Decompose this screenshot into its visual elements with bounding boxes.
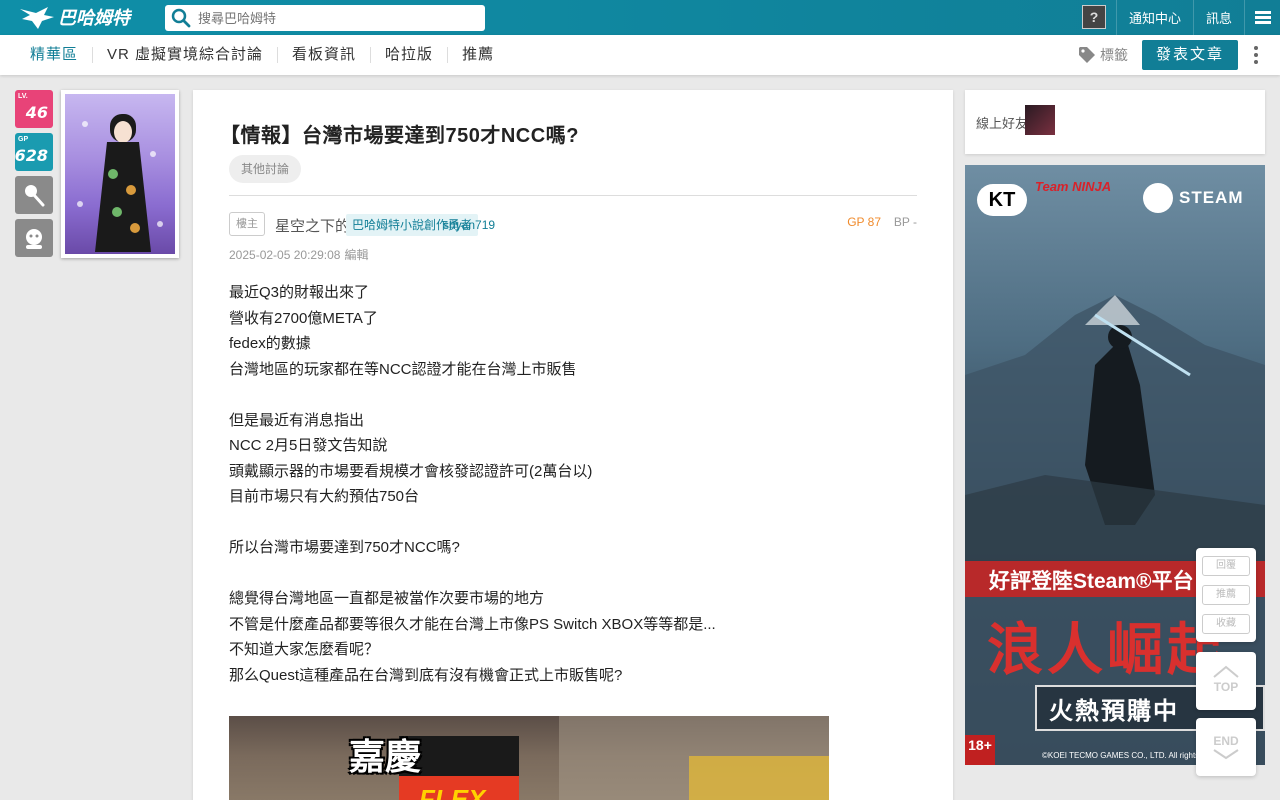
- body-line-blank: [229, 382, 919, 408]
- logo-text: 巴哈姆特: [58, 8, 130, 29]
- logo[interactable]: 巴哈姆特: [18, 3, 140, 31]
- ad-steam-logo: STEAM: [1143, 183, 1244, 213]
- avatar-glyph: ?: [1089, 9, 1099, 25]
- nav-board-info[interactable]: 看板資訊: [277, 47, 370, 63]
- steam-icon: [1143, 183, 1173, 213]
- tag-link[interactable]: 標籤: [1078, 45, 1128, 65]
- online-friends: 線上好友：: [965, 90, 1265, 154]
- ad-rating-badge: 18+: [965, 735, 995, 765]
- body-line: fedex的數據: [229, 335, 311, 352]
- gp-value: 628: [14, 146, 48, 165]
- bookmark-button[interactable]: 收藏: [1202, 614, 1250, 634]
- body-line: 台灣地區的玩家都在等NCC認證才能在台灣上市販售: [229, 360, 577, 378]
- tag-icon: [1078, 47, 1095, 63]
- scroll-top-label: TOP: [1213, 680, 1239, 694]
- image-caption: 嘉慶: [349, 736, 422, 777]
- search-input[interactable]: [198, 10, 478, 26]
- board-nav: 精華區 VR 虛擬實境綜合討論 看板資訊 哈拉版 推薦 標籤 發表文章: [0, 35, 1280, 75]
- wand-icon[interactable]: [15, 176, 53, 214]
- scroll-top-button[interactable]: TOP: [1196, 652, 1256, 710]
- ad-game-title: 浪人崛起: [987, 618, 1227, 681]
- ad-headline: 好評登陸Steam®平台: [989, 570, 1194, 593]
- reply-button[interactable]: 回覆: [1202, 556, 1250, 576]
- friend-avatar[interactable]: [1025, 105, 1055, 135]
- level-label: LV.: [18, 93, 28, 100]
- body-line: 最近Q3的財報出來了: [229, 284, 370, 301]
- hamburger-icon[interactable]: [1244, 0, 1280, 35]
- gp-badge[interactable]: GP 628: [15, 133, 53, 171]
- search-icon[interactable]: [170, 7, 192, 29]
- post-bp[interactable]: BP -: [894, 215, 917, 229]
- monkey-icon[interactable]: [15, 219, 53, 257]
- user-avatar[interactable]: ?: [1081, 5, 1106, 29]
- top-bar: 巴哈姆特 ? 通知中心 訊息: [0, 0, 1280, 35]
- body-line-blank: [229, 561, 919, 587]
- body-line: 不管是什麼產品都要等很久才能在台灣上市像PS Switch XBOX等等都是..…: [229, 615, 716, 633]
- nav-chat[interactable]: 哈拉版: [370, 47, 447, 63]
- category-chip[interactable]: 其他討論: [229, 155, 302, 183]
- ad-steam-text: STEAM: [1179, 188, 1244, 207]
- chevron-down-icon: [1213, 749, 1239, 760]
- divider: [229, 195, 917, 196]
- body-line: 營收有2700億META了: [229, 309, 378, 327]
- body-line: 目前市場只有大約預估750台: [229, 488, 420, 505]
- scroll-end-button[interactable]: END: [1196, 718, 1256, 776]
- post-time: 2025-02-05 20:29:08 編輯: [229, 246, 368, 263]
- floor-label[interactable]: 樓主: [229, 212, 265, 236]
- article-title[interactable]: 【情報】台灣市場要達到750才NCC嗎?: [220, 119, 579, 148]
- notifications-link[interactable]: 通知中心: [1115, 0, 1193, 35]
- body-line: 頭戴顯示器的市場要看規模才會核發認證許可(2萬台以): [229, 462, 593, 480]
- recommend-button[interactable]: 推薦: [1202, 585, 1250, 605]
- ad-team-ninja-logo: Team NINJA: [1035, 179, 1112, 194]
- body-line: NCC 2月5日發文告知說: [229, 437, 388, 454]
- body-line: 總覺得台灣地區一直都是被當作次要市場的地方: [229, 590, 545, 607]
- image-brand: FLEX: [419, 784, 486, 800]
- body-line: 那么Quest這種產品在台灣到底有沒有機會正式上市販售呢?: [229, 666, 623, 684]
- post-time-value: 2025-02-05 20:29:08: [229, 248, 341, 262]
- nav-featured[interactable]: 精華區: [18, 47, 92, 63]
- nav-recommend[interactable]: 推薦: [447, 47, 508, 63]
- article-image[interactable]: 嘉慶 FLEX: [229, 716, 829, 800]
- post-gp[interactable]: GP 87: [847, 215, 881, 229]
- body-line: 但是最近有消息指出: [229, 411, 365, 429]
- user-card[interactable]: [61, 90, 179, 258]
- nav-board[interactable]: VR 虛擬實境綜合討論: [92, 47, 277, 63]
- character-card-image: [65, 94, 175, 254]
- article-panel: 【情報】台灣市場要達到750才NCC嗎? 其他討論 樓主 星空之下的人 巴哈姆特…: [193, 90, 953, 800]
- article-body: 最近Q3的財報出來了 營收有2700億META了 fedex的數據 台灣地區的玩…: [229, 280, 919, 688]
- messages-link[interactable]: 訊息: [1192, 0, 1244, 35]
- scroll-end-label: END: [1213, 734, 1239, 748]
- level-value: 46: [25, 103, 48, 122]
- dragon-logo-icon: [20, 7, 54, 29]
- new-post-button[interactable]: 發表文章: [1141, 40, 1238, 70]
- author-id[interactable]: shyan719: [443, 218, 495, 232]
- floating-actions: 回覆 推薦 收藏: [1196, 548, 1256, 642]
- body-line: 所以台灣市場要達到750才NCC嗎?: [229, 539, 460, 556]
- body-line: 不知道大家怎麼看呢？: [229, 641, 380, 658]
- edit-mark[interactable]: 編輯: [344, 248, 368, 262]
- level-badge[interactable]: LV. 46: [15, 90, 53, 128]
- tag-label: 標籤: [1099, 47, 1128, 63]
- body-line-blank: [229, 510, 919, 536]
- chevron-up-icon: [1213, 665, 1239, 678]
- more-options-icon[interactable]: [1254, 45, 1258, 66]
- ad-kt-logo: KT: [977, 184, 1027, 216]
- search-box[interactable]: [165, 5, 485, 31]
- gp-label: GP: [18, 136, 29, 143]
